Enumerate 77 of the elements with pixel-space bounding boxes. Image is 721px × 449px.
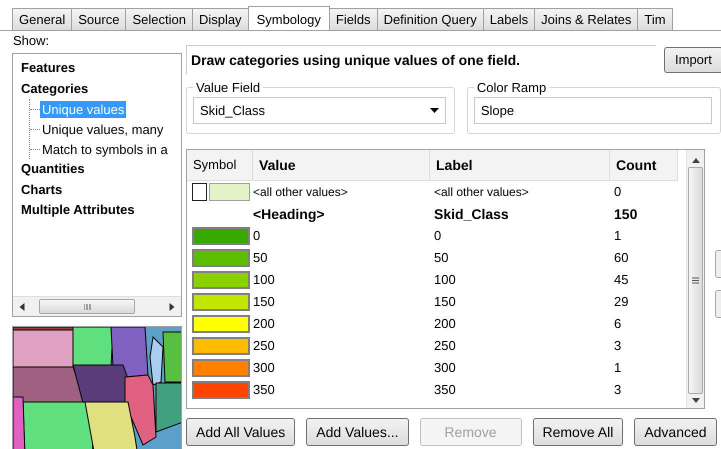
tree-item[interactable]: Multiple Attributes <box>21 200 181 220</box>
table-cell-text: 50 <box>433 249 450 267</box>
table-cell-text: 200 <box>253 315 276 333</box>
action-button[interactable]: Advanced <box>634 418 717 446</box>
table-cell-text: 0 <box>253 227 262 245</box>
table-cell-text: 60 <box>613 249 630 267</box>
action-button[interactable]: Add Values... <box>306 418 408 446</box>
table-cell-text: 6 <box>613 315 622 333</box>
scroll-down-icon[interactable] <box>692 398 700 403</box>
table-cell-text: 0 <box>613 183 622 201</box>
table-cell-text: 100 <box>253 271 276 289</box>
tab[interactable]: Tim <box>637 8 673 30</box>
show-label: Show: <box>12 32 50 50</box>
symbol-swatch[interactable] <box>192 183 207 201</box>
symbol-swatch[interactable] <box>192 271 250 289</box>
group-label: Value Field <box>195 80 262 95</box>
symbol-swatch[interactable] <box>192 249 250 267</box>
table-cell-text: 350 <box>433 381 457 399</box>
table-cell-text: 300 <box>433 359 457 377</box>
tab[interactable]: Definition Query <box>376 8 484 30</box>
description-text: Draw categories using unique values of one field. <box>186 45 656 74</box>
value-field-dropdown[interactable]: Skid_Class <box>193 97 446 124</box>
tab[interactable]: Joins & Relates <box>534 8 638 30</box>
symbol-swatch[interactable] <box>192 337 250 355</box>
scroll-up-icon[interactable] <box>692 158 700 163</box>
tab[interactable]: General <box>12 8 72 30</box>
table-cell-text: Skid_Class <box>433 205 510 224</box>
tab[interactable]: Fields <box>328 8 378 30</box>
table-cell-text: 350 <box>253 381 276 399</box>
symbol-swatch[interactable] <box>192 227 250 245</box>
symbol-swatch[interactable] <box>192 359 250 377</box>
table-cell-text: 300 <box>253 359 276 377</box>
symbol-swatch[interactable] <box>192 315 250 333</box>
symbol-swatch[interactable] <box>192 381 250 399</box>
column-header[interactable]: Label <box>430 150 610 181</box>
table-cell-text: 1 <box>613 227 622 245</box>
table-cell-text: <all other values> <box>253 184 349 201</box>
table-cell-text: 3 <box>613 381 622 399</box>
action-button[interactable]: Add All Values <box>186 418 296 446</box>
table-cell-text: 200 <box>433 315 457 333</box>
tab[interactable]: Symbology <box>248 6 330 30</box>
tab[interactable]: Labels <box>482 8 536 30</box>
table-cell-text: 0 <box>433 227 442 245</box>
table-cell-text: 250 <box>433 337 457 355</box>
tree-item[interactable]: Categories <box>21 78 181 99</box>
column-header[interactable]: Symbol <box>187 150 253 181</box>
import-button[interactable]: Import <box>664 46 721 72</box>
table-cell-text: 100 <box>433 271 457 289</box>
table-cell-text: 3 <box>613 337 622 355</box>
table-cell-text: 29 <box>613 293 630 311</box>
tree-item[interactable]: Unique values, many <box>40 120 166 138</box>
tree-item[interactable]: Features <box>21 58 181 78</box>
symbol-swatch[interactable] <box>192 293 250 311</box>
symbol-swatch[interactable] <box>209 183 250 201</box>
group-label: Color Ramp <box>476 80 548 95</box>
table-cell-text: <all other values> <box>433 184 530 201</box>
tab[interactable]: Source <box>71 8 126 30</box>
scrollbar-thumb[interactable] <box>39 299 135 314</box>
table-cell-text: <Heading> <box>253 205 326 224</box>
tab[interactable]: Selection <box>125 8 193 30</box>
table-cell-text: 150 <box>253 293 276 311</box>
table-cell-text: 45 <box>613 271 630 289</box>
tree-item[interactable]: Charts <box>21 180 181 200</box>
tree-item[interactable]: Quantities <box>21 159 181 180</box>
table-cell-text: 150 <box>433 293 457 311</box>
tab[interactable]: Display <box>192 8 249 30</box>
tree-item[interactable]: Match to symbols in a <box>40 140 170 158</box>
column-header[interactable]: Count <box>610 150 678 181</box>
scrollbar-thumb[interactable] <box>688 167 703 394</box>
table-cell-text: 250 <box>253 337 276 355</box>
table-cell-text: 1 <box>613 359 622 377</box>
dropdown-arrow-icon[interactable] <box>430 108 439 113</box>
column-header[interactable]: Value <box>253 150 430 181</box>
table-cell-text: 150 <box>613 205 638 224</box>
table-cell-text: 50 <box>253 249 268 267</box>
color-ramp-dropdown[interactable]: Slope <box>474 97 712 124</box>
action-button[interactable]: Remove All <box>532 418 624 446</box>
